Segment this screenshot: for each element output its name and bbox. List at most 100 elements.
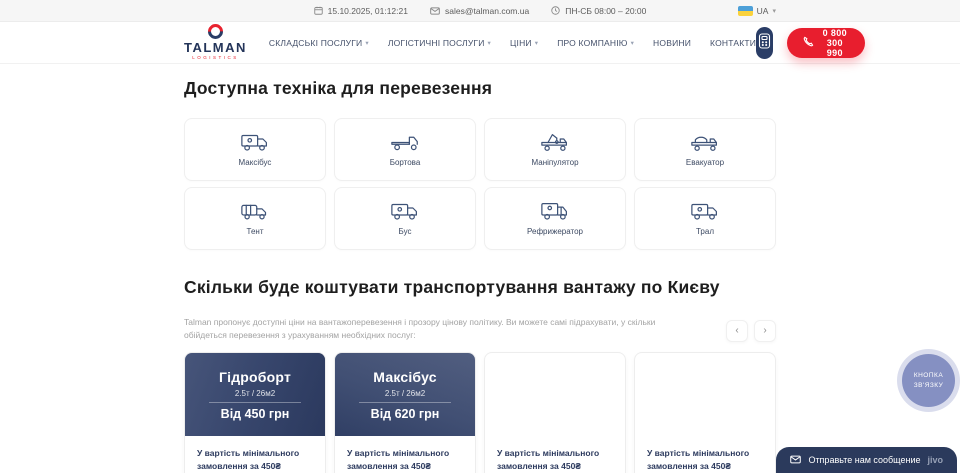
calculator-icon [758,33,771,52]
ukraine-flag-icon [738,6,753,16]
box-truck-icon [240,132,270,153]
language-selector[interactable]: UA ▾ [738,0,776,22]
box-truck-icon [690,201,720,222]
price-card-note: У вартість мінімального замовлення за 45… [635,436,775,473]
tent-truck-icon [240,201,270,222]
chat-widget-bar[interactable]: Отправьте нам сообщение jivo [776,447,957,473]
nav-menu: СКЛАДСЬКІ ПОСЛУГИ ▾ ЛОГІСТИЧНІ ПОСЛУГИ ▾… [269,38,756,48]
phone-icon [803,36,814,49]
nav-item-1[interactable]: ЛОГІСТИЧНІ ПОСЛУГИ ▾ [388,38,491,48]
vehicle-label: Евакуатор [686,158,724,167]
nav-item-2[interactable]: ЦІНИ ▾ [510,38,538,48]
talman-logo[interactable]: TALMAN LOGISTICS [184,24,247,61]
price-cards-grid: Гідроборт 2.5т / 26м2 Від 450 грн У варт… [184,352,776,473]
envelope-icon [430,7,440,15]
price-card-spec: 2.5т / 26м2 [385,389,425,398]
vehicle-card[interactable]: Трал [634,187,776,250]
carousel-prev-button[interactable]: ‹ [726,320,748,342]
chat-label: Отправьте нам сообщение [808,455,920,465]
pricing-description: Talman пропонує доступні ціни на вантажо… [184,316,672,342]
price-card-price: Від 450 грн [221,407,290,421]
chevron-down-icon: ▾ [631,39,634,47]
chevron-down-icon: ▾ [365,39,368,47]
vehicles-section: Доступна техніка для перевезення Максібу… [184,64,776,250]
box-truck-icon [390,201,420,222]
chat-envelope-icon [790,451,801,469]
callback-label: КНОПКА ЗВ'ЯЗКУ [908,371,949,391]
price-card[interactable]: Максібус 2.5т / 26м2 Від 620 грн У варті… [334,352,476,473]
carousel-next-button[interactable]: › [754,320,776,342]
vehicle-label: Рефрижератор [527,227,583,236]
email-link[interactable]: sales@talman.com.ua [430,6,529,16]
pricing-section-title: Скільки буде коштувати транспортування в… [184,277,776,298]
divider [359,402,451,403]
nav-item-4[interactable]: НОВИНИ [653,38,691,48]
chevron-down-icon: ▾ [488,39,491,47]
price-card[interactable]: Вантажники 1 людина Від 240 грн У вартіс… [484,352,626,473]
chevron-right-icon: › [763,326,766,336]
vehicle-card[interactable]: Максібус [184,118,326,181]
price-card-spec: 1 людина [537,389,572,398]
chevron-down-icon: ▾ [535,39,538,47]
logo-emblem-icon [205,21,226,42]
vehicles-grid: Максібус Бортова Маніпулятор Евакуатор Т… [184,118,776,250]
vehicle-card[interactable]: Евакуатор [634,118,776,181]
divider [209,402,301,403]
price-card-image: Причіп вантажний 6т / 48м2 Від 1400 грн [635,353,775,436]
clock-icon [551,6,560,15]
vehicle-card[interactable]: Рефрижератор [484,187,626,250]
nav-item-label: ПРО КОМПАНІЮ [557,38,627,48]
price-card-title: Максібус [373,369,436,385]
price-card-price: Від 240 грн [521,407,590,421]
email-text: sales@talman.com.ua [445,6,529,16]
price-card[interactable]: Гідроборт 2.5т / 26м2 Від 450 грн У варт… [184,352,326,473]
price-card-title: Вантажники [512,369,598,385]
nav-item-3[interactable]: ПРО КОМПАНІЮ ▾ [557,38,634,48]
vehicle-label: Бортова [390,158,421,167]
nav-item-label: КОНТАКТИ [710,38,756,48]
vehicle-card[interactable]: Бус [334,187,476,250]
hours-text: ПН-СБ 08:00 – 20:00 [565,6,646,16]
nav-item-label: СКЛАДСЬКІ ПОСЛУГИ [269,38,362,48]
callback-button[interactable]: КНОПКА ЗВ'ЯЗКУ [902,354,955,407]
price-card-image: Гідроборт 2.5т / 26м2 Від 450 грн [185,353,325,436]
calculator-button[interactable] [756,27,773,59]
top-info-bar: 15.10.2025, 01:12:21 sales@talman.com.ua… [0,0,960,22]
price-card-price: Від 1400 грн [667,407,743,421]
nav-item-label: ЛОГІСТИЧНІ ПОСЛУГИ [388,38,485,48]
price-card-price: Від 620 грн [371,407,440,421]
price-card-title: Причіп вантажний [640,369,770,385]
vehicle-card[interactable]: Бортова [334,118,476,181]
nav-item-label: НОВИНИ [653,38,691,48]
vehicle-card[interactable]: Маніпулятор [484,118,626,181]
price-card-spec: 6т / 48м2 [688,389,722,398]
logo-title: TALMAN [184,41,247,54]
price-card-title: Гідроборт [219,369,291,385]
chevron-down-icon: ▾ [772,7,776,15]
tow-truck-icon [690,132,720,153]
price-card-spec: 2.5т / 26м2 [235,389,275,398]
phone-button[interactable]: 0 800 300 990 [787,28,865,58]
divider [659,402,751,403]
vehicle-card[interactable]: Тент [184,187,326,250]
pricing-section: Скільки буде коштувати транспортування в… [184,250,776,473]
price-card[interactable]: Причіп вантажний 6т / 48м2 Від 1400 грн … [634,352,776,473]
flatbed-truck-icon [390,132,420,153]
vehicles-section-title: Доступна техніка для перевезення [184,78,776,99]
vehicle-label: Максібус [239,158,272,167]
vehicle-label: Бус [399,227,412,236]
nav-item-5[interactable]: КОНТАКТИ [710,38,756,48]
calendar-icon [314,6,323,15]
language-code: UA [757,6,769,16]
fridge-truck-icon [540,201,570,222]
price-card-note: У вартість мінімального замовлення за 45… [185,436,325,473]
nav-item-0[interactable]: СКЛАДСЬКІ ПОСЛУГИ ▾ [269,38,369,48]
datetime-display: 15.10.2025, 01:12:21 [314,6,408,16]
crane-truck-icon [540,132,570,153]
datetime-text: 15.10.2025, 01:12:21 [328,6,408,16]
chevron-left-icon: ‹ [735,326,738,336]
phone-number: 0 800 300 990 [820,28,849,58]
vehicle-label: Тент [247,227,264,236]
nav-item-label: ЦІНИ [510,38,532,48]
price-card-note: У вартість мінімального замовлення за 45… [485,436,625,473]
